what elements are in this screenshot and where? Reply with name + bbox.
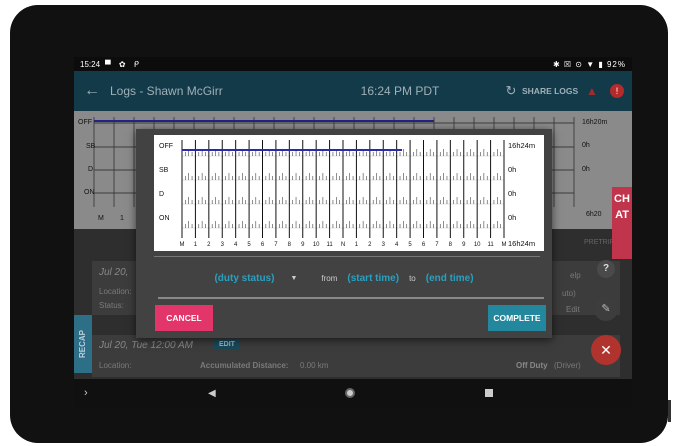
duty-log-graph-svg: OFFSBDONM 1 2 3 4 5 6 7 8 9 10 11 N 1 2 3 4 5 6 7 8 9 10 11 M16h… xyxy=(159,140,535,248)
from-label: from xyxy=(321,273,338,283)
grand-total: 16h24m xyxy=(508,239,535,248)
log-entry-status: Off Duty xyxy=(516,361,548,370)
error-alert-icon[interactable]: ! xyxy=(610,84,624,98)
hour-tick-label: 4 xyxy=(395,242,399,248)
bg-total-off: 16h20m xyxy=(582,119,608,126)
chevron-right-icon[interactable]: › xyxy=(84,387,88,399)
row-label-d: D xyxy=(159,191,164,198)
share-logs-button[interactable]: SHARE LOGS xyxy=(522,86,586,96)
row-total-d: 0h xyxy=(508,189,516,198)
complete-button[interactable]: COMPLETE xyxy=(488,305,546,331)
log-entry-auto-text: uto) xyxy=(562,289,576,298)
edge-artifact xyxy=(668,400,671,422)
bg-row-label-sb: SB xyxy=(86,143,96,150)
hour-tick-label: 4 xyxy=(234,242,238,248)
back-arrow-icon[interactable]: ← xyxy=(74,82,110,100)
hour-tick-label: 9 xyxy=(301,242,305,248)
system-icons: ✱ ☒ ⊙ ▼ ▮ 92% xyxy=(552,59,626,69)
pretrip-label: PRETRIP xyxy=(584,239,615,246)
hour-tick-label: 3 xyxy=(221,242,225,248)
accumulated-distance-value: 0.00 km xyxy=(300,361,329,370)
divider xyxy=(154,256,540,257)
app-bar: ← Logs - Shawn McGirr 16:24 PM PDT ↻ SHA… xyxy=(74,71,632,111)
hour-tick-label: 10 xyxy=(313,242,320,248)
refresh-icon[interactable]: ↻ xyxy=(500,83,522,99)
hour-tick-label: 5 xyxy=(408,242,412,248)
bg-row-label-off: OFF xyxy=(78,119,92,126)
cancel-button[interactable]: CANCEL xyxy=(155,305,213,331)
hour-tick-label: M xyxy=(502,242,507,248)
hour-tick-label: 1 xyxy=(355,242,359,248)
header-time: 16:24 PM PDT xyxy=(360,84,440,98)
close-fab-icon[interactable]: ✕ xyxy=(591,335,621,365)
hour-tick-label: 10 xyxy=(474,242,481,248)
help-icon[interactable]: ? xyxy=(597,260,615,278)
duty-status-dropdown[interactable]: (duty status) xyxy=(214,273,274,284)
edit-pencil-icon[interactable]: ✎ xyxy=(594,297,618,321)
divider xyxy=(158,297,544,299)
bg-total-d: 0h xyxy=(582,166,590,173)
bg-hour-label: M xyxy=(98,215,104,222)
log-entry-role: (Driver) xyxy=(554,361,581,370)
hour-tick-label: 1 xyxy=(194,242,198,248)
log-entry-location-label: Location: xyxy=(99,287,132,296)
row-total-sb: 0h xyxy=(508,165,516,174)
log-entry-date: Jul 20, xyxy=(99,267,129,278)
hour-tick-label: 9 xyxy=(462,242,466,248)
status-entry-row: (duty status) ▼ from (start time) to (en… xyxy=(136,269,552,287)
recap-tab[interactable]: RECAP xyxy=(74,315,92,373)
hour-tick-label: 2 xyxy=(207,242,211,248)
log-entry-edit-text[interactable]: Edit xyxy=(566,305,580,314)
hour-tick-label: 11 xyxy=(487,242,494,248)
accumulated-distance-label: Accumulated Distance: xyxy=(200,361,289,370)
page-title: Logs - Shawn McGirr xyxy=(110,84,223,98)
log-entry-card[interactable]: Jul 20, Tue 12:00 AM Location: Accumulat… xyxy=(92,335,620,377)
status-time: 15:24 xyxy=(80,59,101,69)
end-time-field[interactable]: (end time) xyxy=(426,273,474,284)
hour-tick-label: M xyxy=(180,242,185,248)
nav-back-icon[interactable]: ◀ xyxy=(208,388,216,399)
chat-tab[interactable]: CHAT xyxy=(612,187,632,259)
hour-tick-label: 7 xyxy=(435,242,439,248)
dropdown-arrow-icon[interactable]: ▼ xyxy=(290,275,297,282)
bg-hour-label: 1 xyxy=(120,215,124,222)
help-text: elp xyxy=(570,271,581,280)
add-duty-status-dialog: OFF SB D ON M 1 2 3 4 5 6 7 8 9 10 11 N 1 2 3 4 5 6 7 8 9 10 11 M 16h… xyxy=(136,129,552,338)
row-label-off: OFF xyxy=(159,143,173,150)
log-entry-status-label: Status: xyxy=(99,301,124,310)
hour-tick-label: 3 xyxy=(382,242,386,248)
nav-home-icon[interactable] xyxy=(345,388,355,398)
warning-icon[interactable]: ▲ xyxy=(586,84,600,98)
tablet-frame: 15:24 ▀ ✿ ᑭ ✱ ☒ ⊙ ▼ ▮ 92% ← Logs - Shawn… xyxy=(10,5,668,443)
row-total-off: 16h24m xyxy=(508,141,535,150)
hour-tick-label: N xyxy=(341,242,345,248)
hour-tick-label: 7 xyxy=(274,242,278,248)
row-label-on: ON xyxy=(159,215,170,222)
hour-tick-label: 11 xyxy=(326,242,333,248)
duty-log-graph: OFF SB D ON M 1 2 3 4 5 6 7 8 9 10 11 N 1 2 3 4 5 6 7 8 9 10 11 M 16h… xyxy=(154,135,544,251)
hour-tick-label: 6 xyxy=(422,242,426,248)
log-entry-date: Jul 20, Tue 12:00 AM xyxy=(99,340,193,351)
hour-tick-label: 5 xyxy=(247,242,251,248)
hour-tick-label: 8 xyxy=(288,242,292,248)
hour-tick-label: 8 xyxy=(449,242,453,248)
notification-icons: ▀ ✿ ᑭ xyxy=(105,59,142,69)
hour-tick-label: 2 xyxy=(368,242,372,248)
android-nav-bar: › ◀ xyxy=(74,379,632,407)
row-total-on: 0h xyxy=(508,213,516,222)
start-time-field[interactable]: (start time) xyxy=(347,273,399,284)
log-entry-location-label: Location: xyxy=(99,361,132,370)
nav-recents-icon[interactable] xyxy=(485,389,493,397)
status-bar: 15:24 ▀ ✿ ᑭ ✱ ☒ ⊙ ▼ ▮ 92% xyxy=(74,57,632,71)
hour-tick-label: 6 xyxy=(261,242,265,248)
screen: 15:24 ▀ ✿ ᑭ ✱ ☒ ⊙ ▼ ▮ 92% ← Logs - Shawn… xyxy=(74,57,632,407)
to-label: to xyxy=(409,273,416,283)
bg-row-label-d: D xyxy=(88,166,94,173)
edit-log-button[interactable]: EDIT xyxy=(214,339,240,350)
bg-row-label-on: ON xyxy=(84,189,95,196)
row-label-sb: SB xyxy=(159,167,169,174)
bg-total-on: 6h20 xyxy=(586,211,602,218)
bg-total-sb: 0h xyxy=(582,142,590,149)
